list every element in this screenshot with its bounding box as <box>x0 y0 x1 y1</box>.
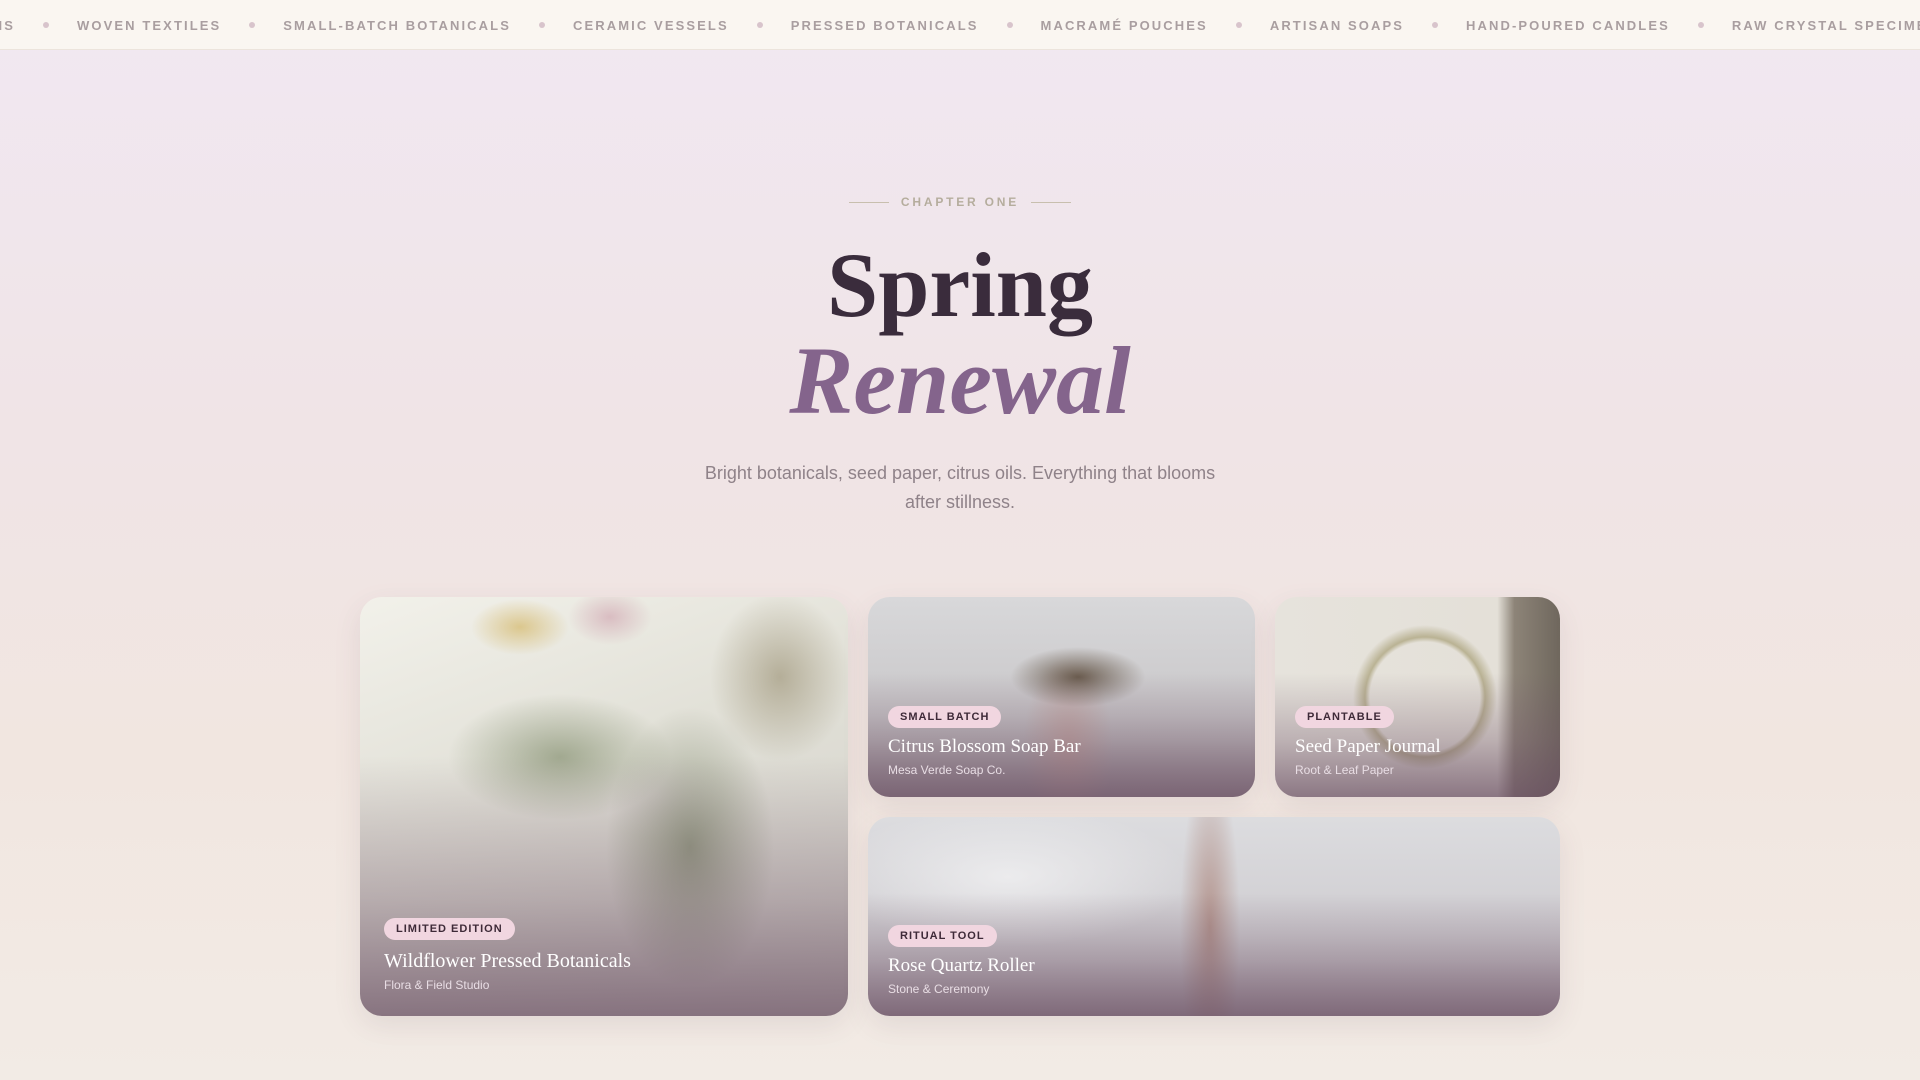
ticker-separator-dot <box>43 22 50 28</box>
product-maker: Stone & Ceremony <box>888 982 990 996</box>
ticker-separator-dot <box>1432 22 1439 28</box>
product-card-soap[interactable]: SMALL BATCH Citrus Blossom Soap Bar Mesa… <box>868 597 1255 797</box>
category-ticker: ENS WOVEN TEXTILES SMALL-BATCH BOTANICAL… <box>0 0 1920 50</box>
product-badge: SMALL BATCH <box>888 706 1002 728</box>
product-badge: LIMITED EDITION <box>384 918 515 940</box>
eyebrow-rule-right <box>1031 201 1072 203</box>
ticker-item[interactable]: PRESSED BOTANICALS <box>791 18 979 33</box>
ticker-separator-dot <box>1697 22 1704 28</box>
eyebrow-label: CHAPTER ONE <box>900 195 1020 209</box>
ticker-separator-dot <box>1235 22 1242 28</box>
title-line-primary: Spring <box>827 234 1093 336</box>
product-maker: Root & Leaf Paper <box>1295 763 1394 777</box>
ticker-separator-dot <box>1006 22 1013 28</box>
ticker-separator-dot <box>538 22 545 28</box>
ticker-item[interactable]: WOVEN TEXTILES <box>77 18 221 33</box>
ticker-separator-dot <box>756 22 763 28</box>
product-title: Wildflower Pressed Botanicals <box>384 950 631 972</box>
product-maker: Flora & Field Studio <box>384 978 490 992</box>
ticker-item[interactable]: SMALL-BATCH BOTANICALS <box>283 18 511 33</box>
page-title: Spring Renewal <box>0 237 1920 429</box>
card-info: LIMITED EDITION Wildflower Pressed Botan… <box>384 918 828 992</box>
ticker-item[interactable]: CERAMIC VESSELS <box>573 18 729 33</box>
ticker-item[interactable]: ENS <box>0 18 15 33</box>
product-title: Seed Paper Journal <box>1295 736 1441 757</box>
product-badge: RITUAL TOOL <box>888 925 997 947</box>
card-info: SMALL BATCH Citrus Blossom Soap Bar Mesa… <box>888 706 1235 777</box>
ticker-item[interactable]: MACRAMÉ POUCHES <box>1041 18 1208 33</box>
ticker-item[interactable]: HAND-POURED CANDLES <box>1466 18 1670 33</box>
card-info: PLANTABLE Seed Paper Journal Root & Leaf… <box>1295 706 1540 777</box>
chapter-eyebrow: CHAPTER ONE <box>0 195 1920 209</box>
product-card-roller[interactable]: RITUAL TOOL Rose Quartz Roller Stone & C… <box>868 817 1560 1016</box>
hero-section: CHAPTER ONE Spring Renewal Bright botani… <box>0 195 1920 517</box>
title-line-accent: Renewal <box>789 327 1131 434</box>
ticker-item[interactable]: RAW CRYSTAL SPECIMENS <box>1732 18 1920 33</box>
ticker-track: ENS WOVEN TEXTILES SMALL-BATCH BOTANICAL… <box>0 0 1920 49</box>
product-title: Citrus Blossom Soap Bar <box>888 736 1081 757</box>
hero-subtitle: Bright botanicals, seed paper, citrus oi… <box>704 463 1216 512</box>
eyebrow-rule-left <box>848 201 889 203</box>
ticker-item[interactable]: ARTISAN SOAPS <box>1270 18 1404 33</box>
product-title: Rose Quartz Roller <box>888 955 1035 976</box>
product-card-journal[interactable]: PLANTABLE Seed Paper Journal Root & Leaf… <box>1275 597 1560 797</box>
product-card-wildflower[interactable]: LIMITED EDITION Wildflower Pressed Botan… <box>360 597 848 1016</box>
card-info: RITUAL TOOL Rose Quartz Roller Stone & C… <box>888 925 1540 996</box>
product-maker: Mesa Verde Soap Co. <box>888 763 1006 777</box>
ticker-separator-dot <box>249 22 256 28</box>
product-badge: PLANTABLE <box>1295 706 1394 728</box>
